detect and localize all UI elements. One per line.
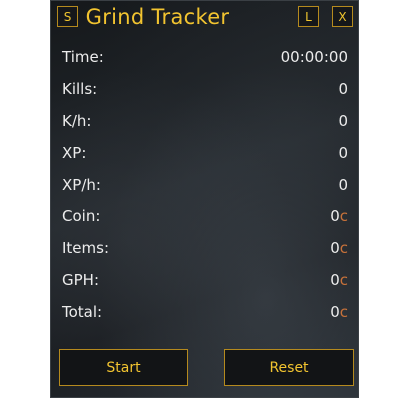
stat-row-kills-per-hour: K/h: 0	[62, 110, 348, 132]
stat-label: XP:	[62, 144, 87, 162]
stat-label: GPH:	[62, 271, 100, 289]
stat-value: 0	[338, 144, 348, 162]
stat-row-xp: XP: 0	[62, 142, 348, 164]
stat-row-time: Time: 00:00:00	[62, 46, 348, 68]
window-title: Grind Tracker	[85, 5, 230, 29]
copper-coin-suffix: c	[339, 239, 348, 257]
stat-label: Total:	[62, 303, 103, 321]
stat-row-coin: Coin: 0c	[62, 205, 348, 227]
start-button[interactable]: Start	[59, 349, 188, 386]
stat-label: Items:	[62, 239, 110, 257]
stat-label: Coin:	[62, 207, 101, 225]
stat-value: 0c	[330, 271, 348, 289]
close-button[interactable]: X	[332, 6, 353, 27]
s-button[interactable]: S	[57, 6, 78, 27]
stat-row-items: Items: 0c	[62, 237, 348, 259]
stat-label: XP/h:	[62, 176, 101, 194]
stat-label: Time:	[62, 48, 104, 66]
stat-row-gph: GPH: 0c	[62, 269, 348, 291]
stat-row-kills: Kills: 0	[62, 78, 348, 100]
stat-value: 0c	[330, 303, 348, 321]
stat-row-total: Total: 0c	[62, 301, 348, 323]
reset-button[interactable]: Reset	[224, 349, 354, 386]
stat-value: 0	[338, 112, 348, 130]
copper-coin-suffix: c	[339, 303, 348, 321]
stat-value: 0	[338, 176, 348, 194]
stat-value: 00:00:00	[280, 48, 348, 66]
stat-value: 0	[338, 80, 348, 98]
l-button[interactable]: L	[298, 6, 319, 27]
stat-value: 0c	[330, 239, 348, 257]
stat-row-xp-per-hour: XP/h: 0	[62, 174, 348, 196]
stat-label: Kills:	[62, 80, 98, 98]
copper-coin-suffix: c	[339, 207, 348, 225]
stat-label: K/h:	[62, 112, 92, 130]
copper-coin-suffix: c	[339, 271, 348, 289]
stat-value: 0c	[330, 207, 348, 225]
